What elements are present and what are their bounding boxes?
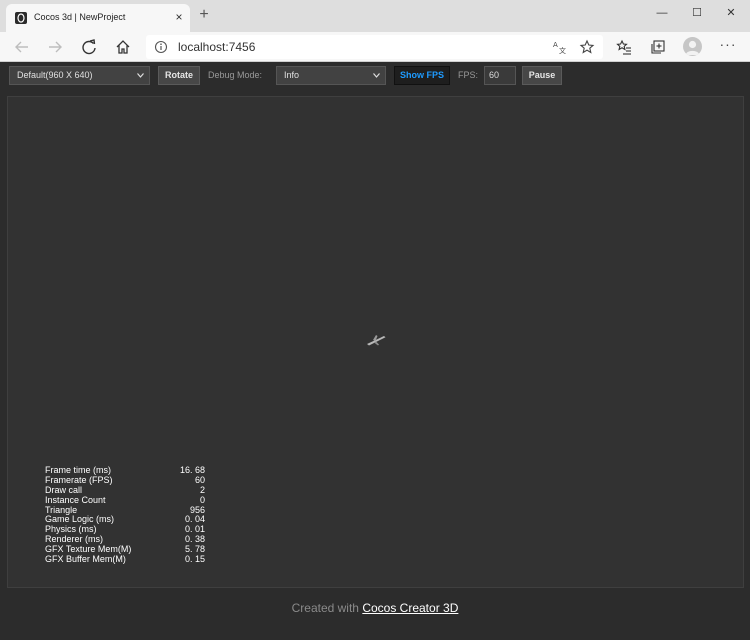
stat-value: 60: [194, 474, 205, 485]
stat-row: Instance Count 0: [45, 495, 205, 505]
tab-title: Cocos 3d | NewProject: [34, 12, 126, 22]
resolution-select[interactable]: Default(960 X 640): [9, 66, 150, 85]
info-icon[interactable]: [154, 40, 168, 54]
footer-prefix: Created with: [291, 601, 359, 615]
stat-label: Physics (ms): [45, 524, 97, 535]
stat-label: Instance Count: [45, 494, 106, 505]
stat-label: Game Logic (ms): [45, 514, 115, 525]
cocos-favicon-icon: [15, 12, 27, 24]
fps-stats-panel: Frame time (ms) 16. 68 Framerate (FPS) 6…: [45, 465, 205, 564]
fps-label: FPS:: [458, 70, 479, 80]
stat-value: 5. 78: [184, 544, 205, 555]
new-tab-icon[interactable]: +: [196, 7, 212, 23]
stat-label: Framerate (FPS): [45, 474, 113, 485]
profile-avatar-icon[interactable]: [683, 37, 702, 56]
stat-value: 16. 68: [179, 465, 205, 475]
forward-icon[interactable]: [46, 38, 64, 56]
stat-row: Draw call 2: [45, 485, 205, 495]
stat-label: GFX Buffer Mem(M): [45, 554, 126, 565]
minimize-icon[interactable]: —: [652, 4, 672, 22]
airplane-model-icon: [367, 335, 386, 346]
stat-label: Draw call: [45, 484, 83, 495]
browser-toolbar: localhost:7456 A 文 ···: [0, 32, 750, 62]
collections-icon[interactable]: [649, 38, 667, 56]
preview-page: Default(960 X 640) Rotate Debug Mode: In…: [0, 63, 750, 640]
stat-value: 0. 15: [184, 554, 205, 565]
svg-text:A: A: [553, 41, 558, 49]
stat-label: Triangle: [45, 504, 78, 515]
chevron-down-icon: [137, 73, 144, 78]
rotate-button[interactable]: Rotate: [158, 66, 200, 85]
maximize-icon[interactable]: ☐: [687, 4, 707, 22]
tab-close-icon[interactable]: ×: [172, 10, 186, 24]
stat-label: Renderer (ms): [45, 534, 104, 545]
debug-mode-select[interactable]: Info: [276, 66, 386, 85]
stat-row: GFX Texture Mem(M) 5. 78: [45, 544, 205, 554]
favorites-icon[interactable]: [615, 38, 633, 56]
more-menu-icon[interactable]: ···: [718, 36, 738, 56]
stat-value: 2: [199, 484, 205, 495]
stat-row: Framerate (FPS) 60: [45, 475, 205, 485]
footer: Created with Cocos Creator 3D: [0, 601, 750, 615]
favorite-star-icon[interactable]: [579, 39, 595, 55]
translate-icon[interactable]: A 文: [552, 39, 568, 55]
stat-value: 0. 38: [184, 534, 205, 545]
fps-input[interactable]: 60: [484, 66, 516, 85]
svg-text:文: 文: [559, 46, 566, 55]
debug-mode-value: Info: [284, 70, 300, 80]
resolution-select-value: Default(960 X 640): [17, 70, 93, 80]
stat-label: Frame time (ms): [45, 465, 111, 475]
preview-toolbar: Default(960 X 640) Rotate Debug Mode: In…: [0, 63, 750, 89]
stat-label: GFX Texture Mem(M): [45, 544, 132, 555]
stat-row: Renderer (ms) 0. 38: [45, 534, 205, 544]
stat-row: GFX Buffer Mem(M) 0. 15: [45, 554, 205, 564]
home-icon[interactable]: [114, 38, 132, 56]
browser-titlebar: Cocos 3d | NewProject × + — ☐ ✕: [0, 0, 750, 32]
refresh-icon[interactable]: [80, 38, 98, 56]
stat-value: 956: [189, 504, 205, 515]
debug-mode-label: Debug Mode:: [208, 70, 263, 80]
pause-button[interactable]: Pause: [522, 66, 562, 85]
close-window-icon[interactable]: ✕: [721, 4, 741, 22]
stat-value: 0. 01: [184, 524, 205, 535]
stat-row: Physics (ms) 0. 01: [45, 524, 205, 534]
cocos-creator-link[interactable]: Cocos Creator 3D: [362, 601, 458, 615]
game-canvas[interactable]: Frame time (ms) 16. 68 Framerate (FPS) 6…: [7, 96, 744, 588]
stat-value: 0: [199, 494, 205, 505]
url-text[interactable]: localhost:7456: [178, 40, 255, 54]
stat-row: Frame time (ms) 16. 68: [45, 465, 205, 475]
address-bar[interactable]: localhost:7456 A 文: [146, 35, 603, 59]
browser-tab[interactable]: Cocos 3d | NewProject ×: [6, 4, 190, 32]
stat-row: Game Logic (ms) 0. 04: [45, 514, 205, 524]
back-icon[interactable]: [13, 38, 31, 56]
stat-value: 0. 04: [184, 514, 205, 525]
chevron-down-icon: [373, 73, 380, 78]
stat-row: Triangle 956: [45, 505, 205, 515]
show-fps-button[interactable]: Show FPS: [394, 66, 450, 85]
